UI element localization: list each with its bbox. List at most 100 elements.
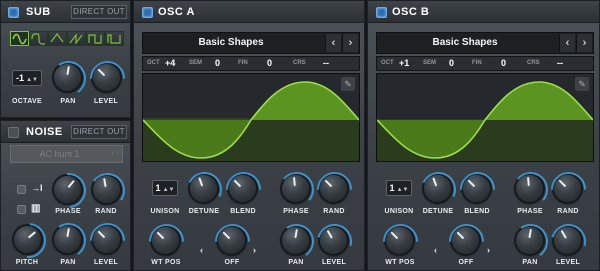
sub-power-button[interactable]	[8, 7, 19, 18]
osc-b-level-knob[interactable]	[554, 227, 581, 254]
osc-b-prev-wavetable-icon[interactable]: ‹	[559, 34, 575, 52]
sub-octave-label: OCTAVE	[12, 98, 42, 105]
sine-wave-icon[interactable]	[10, 31, 29, 46]
noise-preset-selector[interactable]: AC hum 1 ‹ ›	[10, 145, 123, 163]
osc-a-warp-next-icon[interactable]: ›	[253, 245, 256, 255]
osc-a-blend-knob[interactable]	[229, 175, 256, 202]
osc-a-waveform-display: ✎	[142, 73, 360, 162]
osc-a-wavetable-selector[interactable]: Basic Shapes ‹ ›	[142, 32, 360, 54]
noise-pitch-knob[interactable]	[14, 226, 41, 253]
osc-a-warp-knob[interactable]	[218, 227, 245, 254]
osc-b-detune-knob[interactable]	[424, 175, 451, 202]
sub-pan-label: PAN	[60, 98, 76, 105]
osc-b-pan-label: PAN	[522, 259, 538, 266]
osc-b-blend-label: BLEND	[464, 208, 490, 215]
osc-b-waveform-display: ✎	[376, 73, 594, 162]
osc-a-pan-label: PAN	[288, 259, 304, 266]
osc-b-level-label: LEVEL	[555, 259, 581, 266]
noise-pan-label: PAN	[60, 259, 76, 266]
osc-a-rand-label: RAND	[323, 208, 345, 215]
osc-b-sem-value[interactable]: 0	[449, 58, 454, 68]
osc-b-crs-key: CRS	[527, 60, 540, 66]
noise-title: NOISE	[26, 126, 63, 138]
osc-a-warp-mode-label[interactable]: OFF	[214, 259, 250, 266]
osc-b-fin-value[interactable]: 0	[501, 58, 506, 68]
osc-a-sem-key: SEM	[189, 60, 203, 66]
noise-rand-knob[interactable]	[93, 176, 120, 203]
osc-a-phase-knob[interactable]	[282, 175, 309, 202]
osc-a-detune-knob[interactable]	[190, 175, 217, 202]
osc-b-crs-value[interactable]: --	[557, 58, 563, 68]
osc-a-next-wavetable-icon[interactable]: ›	[342, 34, 358, 52]
sub-direct-out-button[interactable]: DIRECT OUT	[71, 5, 127, 19]
osc-b-wtpos-knob[interactable]	[386, 227, 413, 254]
stepper-arrows-icon: ▲▼	[26, 77, 38, 83]
osc-a-unison-label: UNISON	[150, 208, 180, 215]
osc-a-waveform-graph	[143, 81, 359, 161]
noise-phase-knob[interactable]	[54, 176, 81, 203]
rounded-square-wave-icon[interactable]	[29, 31, 48, 46]
osc-a-unison-value: 1	[155, 183, 161, 193]
osc-b-blend-knob[interactable]	[463, 175, 490, 202]
osc-a-unison-stepper[interactable]: 1 ▲▼	[152, 180, 178, 196]
osc-b-power-button[interactable]	[376, 7, 387, 18]
noise-retrigger-toggle[interactable]	[17, 185, 26, 194]
osc-b-fin-key: FIN	[472, 60, 482, 66]
sub-pan-knob[interactable]	[54, 64, 81, 91]
osc-a-fin-value[interactable]: 0	[267, 58, 272, 68]
sub-level-knob[interactable]	[93, 64, 120, 91]
osc-a-sem-value[interactable]: 0	[215, 58, 220, 68]
osc-a-prev-wavetable-icon[interactable]: ‹	[325, 34, 341, 52]
osc-b-warp-mode-label[interactable]: OFF	[448, 259, 484, 266]
sub-octave-stepper[interactable]: -1 ▲▼	[12, 70, 42, 86]
sub-octave-value: -1	[16, 73, 25, 83]
stepper-arrows-icon: ▲▼	[162, 187, 175, 193]
osc-a-pan-knob[interactable]	[282, 227, 309, 254]
pulse-wave-icon[interactable]	[105, 31, 124, 46]
osc-a-wavetable-name: Basic Shapes	[198, 37, 264, 48]
osc-a-power-button[interactable]	[142, 7, 153, 18]
osc-a-level-knob[interactable]	[320, 227, 347, 254]
osc-b-wavetable-name: Basic Shapes	[432, 37, 498, 48]
osc-a-rand-knob[interactable]	[320, 175, 347, 202]
noise-panel: NOISE DIRECT OUT AC hum 1 ‹ › →I ▥ PHASE…	[0, 120, 131, 271]
osc-b-edit-pencil-icon[interactable]: ✎	[575, 77, 589, 91]
noise-direct-out-button[interactable]: DIRECT OUT	[71, 125, 127, 139]
osc-b-oct-value[interactable]: +1	[399, 58, 409, 68]
osc-b-panel: OSC B Basic Shapes ‹ › OCT +1 SEM 0 FIN …	[367, 0, 600, 271]
saw-wave-icon[interactable]	[67, 31, 86, 46]
osc-b-waveform-graph	[377, 81, 593, 161]
osc-b-unison-value: 1	[389, 183, 395, 193]
osc-b-oct-key: OCT	[381, 60, 394, 66]
osc-a-warp-prev-icon[interactable]: ‹	[200, 245, 203, 255]
osc-b-title: OSC B	[392, 6, 430, 18]
retrigger-arrow-icon: →I	[31, 183, 43, 193]
noise-pan-knob[interactable]	[54, 226, 81, 253]
osc-b-warp-knob[interactable]	[452, 227, 479, 254]
osc-b-unison-stepper[interactable]: 1 ▲▼	[386, 180, 412, 196]
osc-a-detune-label: DETUNE	[188, 208, 220, 215]
osc-b-phase-knob[interactable]	[516, 175, 543, 202]
sub-panel: SUB DIRECT OUT -1 ▲▼ OCTAVE PAN LEVEL	[0, 0, 131, 118]
osc-a-crs-value[interactable]: --	[323, 58, 329, 68]
osc-a-fin-key: FIN	[238, 60, 248, 66]
noise-rand-label: RAND	[95, 208, 117, 215]
osc-b-wavetable-selector[interactable]: Basic Shapes ‹ ›	[376, 32, 594, 54]
osc-b-pan-knob[interactable]	[516, 227, 543, 254]
osc-a-oct-value[interactable]: +4	[165, 58, 175, 68]
osc-b-warp-next-icon[interactable]: ›	[487, 245, 490, 255]
square-wave-icon[interactable]	[86, 31, 105, 46]
noise-level-knob[interactable]	[93, 226, 120, 253]
osc-a-title: OSC A	[158, 6, 195, 18]
osc-a-wtpos-knob[interactable]	[152, 227, 179, 254]
osc-b-next-wavetable-icon[interactable]: ›	[576, 34, 592, 52]
noise-power-button[interactable]	[8, 127, 19, 138]
osc-a-header: OSC A	[134, 1, 364, 23]
osc-b-wtpos-label: WT POS	[385, 259, 415, 266]
osc-b-warp-prev-icon[interactable]: ‹	[434, 245, 437, 255]
osc-b-rand-knob[interactable]	[554, 175, 581, 202]
noise-keytrack-toggle[interactable]	[17, 205, 26, 214]
triangle-wave-icon[interactable]	[48, 31, 67, 46]
osc-a-wtpos-label: WT POS	[151, 259, 181, 266]
osc-a-edit-pencil-icon[interactable]: ✎	[341, 77, 355, 91]
